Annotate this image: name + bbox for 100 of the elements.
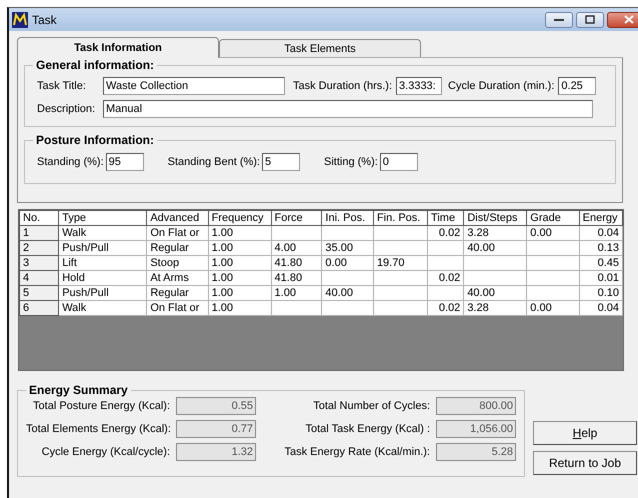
field-label: Standing (%):	[37, 156, 104, 168]
cycle-duration-field[interactable]: 0.25	[558, 76, 596, 94]
table-cell: 0.13	[579, 240, 622, 256]
table-cell: Regular	[146, 240, 208, 256]
table-cell: Push/Pull	[58, 240, 147, 256]
close-icon	[624, 15, 634, 24]
row-header: 2	[20, 240, 59, 256]
field-label: Cycle Duration (min.):	[448, 80, 554, 92]
table-cell: 1.00	[208, 240, 272, 256]
task-title-field[interactable]: Waste Collection	[103, 76, 285, 94]
table-cell: On Flat or	[146, 226, 208, 240]
table-cell: Stoop	[146, 256, 208, 270]
table-cell: 0.02	[428, 226, 464, 240]
table-cell: 40.00	[464, 286, 527, 300]
window-title: Task	[32, 12, 57, 26]
readonly-field[interactable]: 0.77	[176, 420, 256, 438]
readonly-field[interactable]: 0.55	[176, 397, 256, 415]
table-cell	[373, 286, 428, 300]
row-header: 3	[20, 256, 59, 270]
table-cell	[428, 286, 464, 300]
table-cell: 40.00	[322, 286, 374, 300]
table-cell: 4.00	[271, 240, 322, 256]
column-header[interactable]: Fin. Pos.	[373, 210, 428, 226]
table-cell	[428, 256, 464, 270]
table-cell: 1.00	[208, 286, 272, 300]
table-cell: Hold	[58, 270, 147, 286]
table-cell: 1.00	[208, 300, 272, 316]
percent-field[interactable]: 95	[106, 153, 144, 171]
column-header[interactable]: Energy	[579, 210, 622, 226]
table-cell	[464, 270, 527, 286]
group-title: General information:	[35, 58, 156, 72]
dialog-button[interactable]: Help	[533, 421, 637, 445]
table-cell: 3.28	[464, 300, 527, 316]
column-header[interactable]: No.	[20, 210, 59, 226]
table-cell	[464, 256, 527, 270]
field-label: Task Duration (hrs.):	[293, 80, 392, 92]
group-title: Energy Summary	[28, 383, 129, 397]
table-cell	[526, 256, 580, 270]
readonly-field[interactable]: 5.28	[436, 443, 516, 461]
table-cell: Lift	[58, 256, 147, 270]
table-cell: 0.04	[579, 300, 622, 316]
table-cell: At Arms	[146, 270, 208, 286]
maximize-icon	[584, 15, 595, 24]
table-cell: 0.00	[526, 226, 580, 240]
field-label: Total Task Energy (Kcal) :	[304, 423, 431, 435]
field-label: Task Energy Rate (Kcal/min.):	[284, 446, 431, 458]
row-header: 6	[20, 300, 59, 316]
table-cell: Push/Pull	[58, 286, 147, 300]
minimize-icon	[554, 18, 564, 22]
table-cell	[526, 286, 580, 300]
table-cell: 41.80	[271, 270, 322, 286]
table-cell: 40.00	[464, 240, 527, 256]
table-cell: 0.02	[428, 300, 464, 316]
close-button[interactable]	[606, 12, 638, 28]
column-header[interactable]: Time	[428, 210, 464, 226]
table-cell: 41.80	[271, 256, 322, 270]
table-cell: 3.28	[464, 226, 527, 240]
table-cell: On Flat or	[146, 300, 208, 316]
table-cell	[526, 240, 580, 256]
column-header[interactable]: Frequency	[208, 210, 272, 226]
maximize-button[interactable]	[576, 12, 604, 28]
field-label: Sitting (%):	[324, 156, 378, 168]
description-field[interactable]: Manual	[103, 100, 593, 118]
row-header: 4	[20, 270, 59, 286]
table-cell	[428, 240, 464, 256]
table-cell: 0.00	[526, 300, 580, 316]
table-cell	[271, 226, 322, 240]
percent-field[interactable]: 5	[262, 153, 300, 171]
readonly-field[interactable]: 800.00	[436, 397, 516, 415]
table-cell	[526, 270, 580, 286]
field-label: Task Title:	[37, 80, 87, 92]
table-cell: 0.04	[579, 226, 622, 240]
tab[interactable]: Task Elements	[219, 39, 421, 57]
column-header[interactable]: Ini. Pos.	[322, 210, 374, 226]
table-cell: 19.70	[373, 256, 428, 270]
row-header: 1	[20, 226, 59, 240]
table-cell	[373, 226, 428, 240]
table-cell: Walk	[58, 226, 147, 240]
table-cell: 0.10	[579, 286, 622, 300]
group-title: Posture Information:	[35, 133, 156, 147]
percent-field[interactable]: 0	[380, 153, 418, 171]
column-header[interactable]: Advanced	[146, 210, 208, 226]
field-label: Total Posture Energy (Kcal):	[32, 400, 171, 412]
readonly-field[interactable]: 1,056.00	[436, 420, 516, 438]
minimize-button[interactable]	[544, 12, 573, 28]
task-duration-field[interactable]: 3.3333:	[396, 76, 442, 94]
table-cell: 35.00	[322, 240, 374, 256]
column-header[interactable]: Type	[58, 210, 147, 226]
table-cell	[322, 300, 374, 316]
column-header[interactable]: Dist/Steps	[464, 210, 527, 226]
column-header[interactable]: Force	[271, 210, 322, 226]
table-cell	[271, 300, 322, 316]
readonly-field[interactable]: 1.32	[176, 443, 256, 461]
table-cell: 1.00	[208, 270, 272, 286]
row-header: 5	[20, 286, 59, 300]
tab[interactable]: Task Information	[17, 37, 219, 58]
dialog-button[interactable]: Return to Job	[533, 451, 637, 475]
table-cell: Walk	[58, 300, 147, 316]
table-cell	[373, 240, 428, 256]
column-header[interactable]: Grade	[526, 210, 580, 226]
